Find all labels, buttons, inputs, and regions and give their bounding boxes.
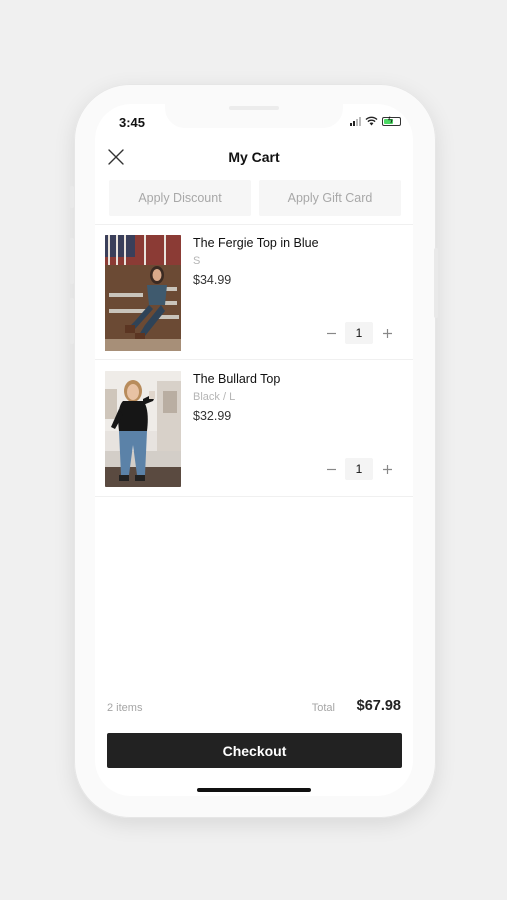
- item-variant: S: [193, 255, 201, 267]
- item-variant: Black / L: [193, 391, 236, 403]
- phone-side-button-volume-down: [70, 298, 74, 344]
- phone-side-button-power: [434, 248, 438, 318]
- product-image[interactable]: [105, 371, 181, 487]
- battery-charging-icon: ϟ: [382, 115, 401, 126]
- apply-gift-card-button[interactable]: Apply Gift Card: [259, 180, 401, 216]
- cart-item: The Fergie Top in Blue S $34.99 1: [95, 224, 413, 360]
- notch: [165, 104, 343, 128]
- status-time: 3:45: [119, 115, 146, 130]
- wifi-icon: [365, 116, 378, 126]
- item-price: $32.99: [193, 409, 232, 423]
- status-icons: ϟ: [350, 115, 401, 126]
- quantity-value[interactable]: 1: [345, 322, 373, 344]
- cart-item: The Bullard Top Black / L $32.99 1: [95, 361, 413, 497]
- increase-quantity-button[interactable]: [379, 325, 395, 341]
- increase-quantity-button[interactable]: [379, 461, 395, 477]
- phone-side-button-top: [70, 186, 74, 208]
- plus-icon: [382, 328, 392, 338]
- item-name[interactable]: The Bullard Top: [193, 372, 280, 386]
- item-count: 2 items: [107, 702, 143, 714]
- app-screen: 3:45 ϟ My Cart Apply Discount Apply Gift…: [95, 104, 413, 796]
- cart-summary: 2 items Total $67.98: [107, 698, 401, 720]
- page-title: My Cart: [228, 149, 280, 165]
- total-label: Total: [311, 702, 335, 714]
- quantity-stepper: 1: [323, 458, 395, 480]
- cart-actions: Apply Discount Apply Gift Card: [109, 180, 401, 216]
- total-value: $67.98: [356, 698, 401, 714]
- quantity-stepper: 1: [323, 322, 395, 344]
- quantity-value[interactable]: 1: [345, 458, 373, 480]
- checkout-button[interactable]: Checkout: [107, 733, 402, 768]
- item-price: $34.99: [193, 273, 232, 287]
- home-indicator: [197, 788, 311, 792]
- apply-discount-button[interactable]: Apply Discount: [109, 180, 251, 216]
- cart-header: My Cart: [95, 144, 413, 172]
- speaker-grille: [229, 106, 279, 110]
- cellular-signal-icon: [350, 116, 361, 126]
- item-name[interactable]: The Fergie Top in Blue: [193, 236, 319, 250]
- product-image[interactable]: [105, 235, 181, 351]
- phone-side-button-volume-up: [70, 238, 74, 284]
- plus-icon: [382, 464, 392, 474]
- minus-icon: [326, 468, 336, 470]
- decrease-quantity-button[interactable]: [323, 325, 339, 341]
- decrease-quantity-button[interactable]: [323, 461, 339, 477]
- minus-icon: [326, 332, 336, 334]
